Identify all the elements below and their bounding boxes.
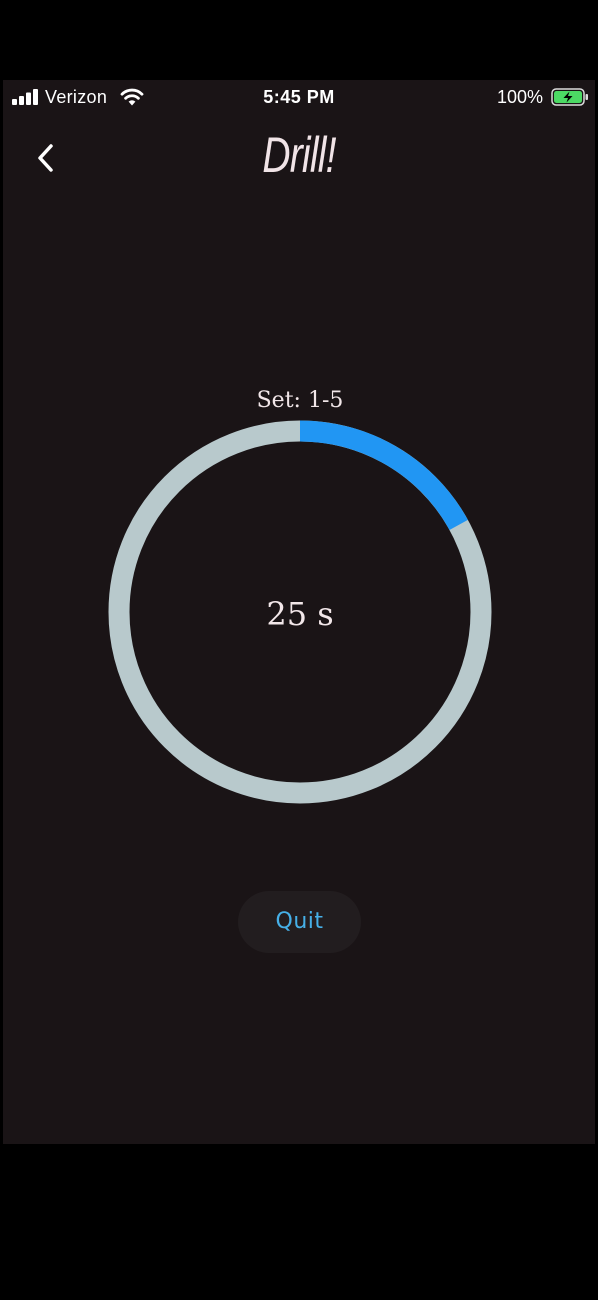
battery-charging-icon bbox=[551, 88, 588, 106]
quit-button[interactable]: Quit bbox=[238, 891, 361, 953]
back-button[interactable] bbox=[29, 136, 63, 180]
countdown-time: 25 s bbox=[266, 595, 334, 633]
set-label: Set: 1-5 bbox=[256, 388, 344, 413]
status-bar: Verizon 5:45 PM 100% bbox=[3, 80, 595, 116]
battery-percent: 100% bbox=[496, 87, 543, 107]
chevron-left-icon bbox=[38, 144, 53, 172]
page-title: Drill! bbox=[262, 127, 336, 183]
app-screen: Verizon 5:45 PM 100% Drill! Set: 1-5 25 … bbox=[3, 80, 595, 1144]
